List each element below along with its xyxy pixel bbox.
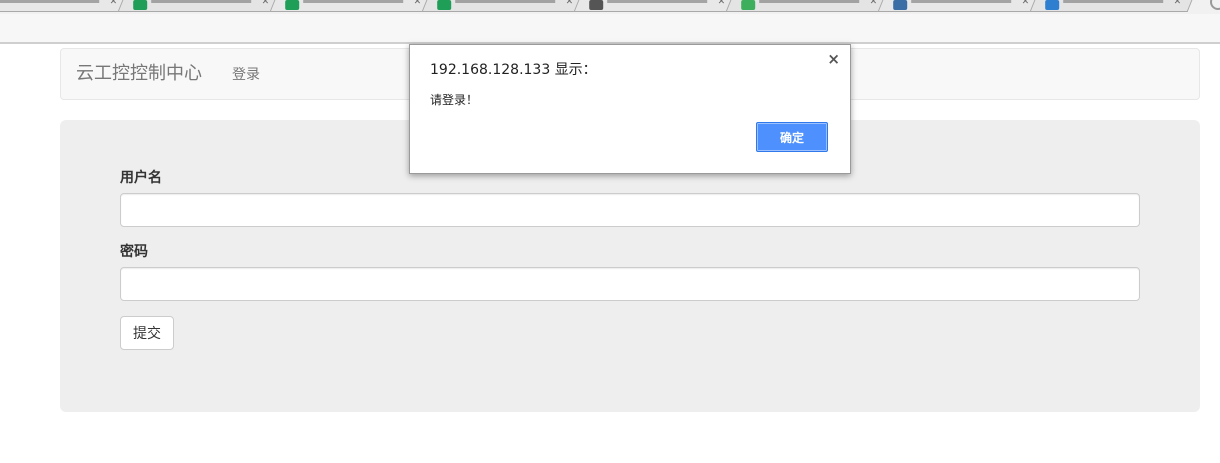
close-icon[interactable]: ✕ (1174, 0, 1182, 7)
close-icon[interactable]: ✕ (414, 0, 422, 7)
tab-favicon-icon (1045, 0, 1060, 10)
close-icon[interactable]: × (827, 51, 840, 67)
browser-tab[interactable]: ✕ (877, 0, 1045, 12)
dialog-title: 192.168.128.133 显示： (430, 62, 597, 78)
browser-address-bar[interactable] (0, 14, 1220, 44)
browser-tab[interactable]: ✕ (725, 0, 893, 12)
close-icon[interactable]: ✕ (718, 0, 726, 7)
ok-button[interactable]: 确定 (756, 122, 828, 152)
username-input[interactable] (120, 193, 1140, 227)
close-icon[interactable]: ✕ (110, 0, 118, 7)
alert-dialog: 192.168.128.133 显示： × 请登录！ 确定 (409, 44, 851, 174)
password-label: 密码 (120, 244, 148, 260)
nav-link-login[interactable]: 登录 (232, 65, 260, 85)
tab-favicon-icon (893, 0, 908, 10)
dialog-message: 请登录！ (430, 93, 479, 107)
browser-menu-icon[interactable] (1210, 0, 1220, 10)
submit-button[interactable]: 提交 (120, 316, 174, 350)
tab-favicon-icon (437, 0, 452, 10)
browser-tab[interactable]: ✕ (421, 0, 589, 12)
browser-tab-strip: ✕ ✕ ✕ ✕ ✕ ✕ ✕ ✕ (0, 0, 1220, 14)
close-icon[interactable]: ✕ (870, 0, 878, 7)
password-input[interactable] (120, 267, 1140, 301)
tab-favicon-icon (741, 0, 756, 10)
tab-favicon-icon (285, 0, 300, 10)
close-icon[interactable]: ✕ (566, 0, 574, 7)
close-icon[interactable]: ✕ (1022, 0, 1030, 7)
browser-tab[interactable]: ✕ (117, 0, 285, 12)
close-icon[interactable]: ✕ (262, 0, 270, 7)
browser-tab[interactable]: ✕ (1029, 0, 1197, 12)
browser-tab[interactable]: ✕ (573, 0, 741, 12)
navbar-brand[interactable]: 云工控控制中心 (76, 62, 202, 86)
tab-favicon-icon (133, 0, 148, 10)
tab-favicon-icon (589, 0, 604, 10)
browser-tab[interactable]: ✕ (0, 0, 133, 12)
browser-tab[interactable]: ✕ (269, 0, 437, 12)
username-label: 用户名 (120, 170, 162, 186)
